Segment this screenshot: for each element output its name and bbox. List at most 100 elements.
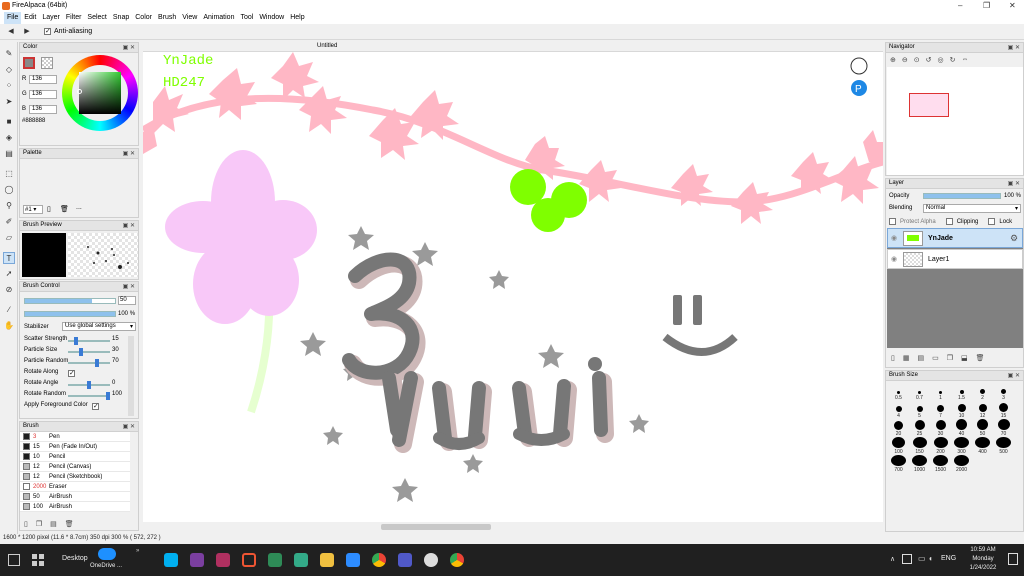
brush-size-option[interactable]: 25 (909, 419, 930, 437)
menu-help[interactable]: Help (287, 12, 307, 24)
tray-chevron-icon[interactable]: ∧ (890, 555, 895, 563)
move-tool-icon[interactable]: ➤ (3, 96, 15, 108)
brush-param-checkbox[interactable] (68, 369, 75, 377)
new-brush-icon[interactable]: ▯ (24, 520, 28, 528)
secondary-color-swatch[interactable] (41, 57, 53, 69)
notification-icon[interactable] (1008, 553, 1018, 565)
brush-size-option[interactable]: 5 (909, 401, 930, 419)
brush-size-option[interactable]: 200 (930, 437, 951, 455)
new-1bit-layer-icon[interactable]: ▤ (917, 354, 924, 362)
canvas-artwork[interactable]: YnJade HD247 P (143, 52, 883, 522)
app-icon-teal[interactable] (294, 553, 308, 567)
menu-window[interactable]: Window (256, 12, 287, 24)
new-8bit-layer-icon[interactable]: ▦ (903, 354, 910, 362)
menu-file[interactable]: File (4, 12, 22, 24)
brush-size-option[interactable]: 30 (930, 419, 951, 437)
brush-param-checkbox[interactable] (92, 402, 99, 410)
select-pen-tool-icon[interactable]: ✐ (3, 216, 15, 228)
brush-list-item[interactable]: 100 AirBrush (20, 502, 130, 512)
delete-palette-icon[interactable]: 🗑 (60, 205, 69, 213)
fill-rect-tool-icon[interactable]: ■ (3, 116, 15, 128)
g-input[interactable]: 136 (29, 90, 57, 99)
stabilizer-select[interactable]: Use global settings ▾ (62, 322, 136, 331)
tray-app-icon[interactable] (902, 554, 912, 564)
brush-list-item[interactable]: 12 Pencil (Sketchbook) (20, 472, 130, 482)
brush-size-option[interactable]: 300 (951, 437, 972, 455)
new-layer-icon[interactable]: ▯ (891, 354, 895, 362)
brush-size-option[interactable]: 15 (993, 401, 1014, 419)
panel-menu-icon[interactable]: ▣ ✕ (1008, 180, 1020, 187)
brush-list-item[interactable]: 15 Pen (Fade In/Out) (20, 442, 130, 452)
b-input[interactable]: 136 (29, 105, 57, 114)
eraser-tool-icon[interactable]: ◇ (3, 64, 15, 76)
app-icon-magenta[interactable] (216, 553, 230, 567)
brush-param-slider-thumb[interactable] (79, 348, 84, 356)
file-explorer-icon[interactable] (320, 553, 334, 567)
prev-frame-icon[interactable]: ◀ (6, 27, 16, 37)
clock-time[interactable]: 10:59 AM (964, 547, 1002, 553)
next-frame-icon[interactable]: ▶ (22, 27, 32, 37)
brush-list-item[interactable]: 50 AirBrush (20, 492, 130, 502)
brush-param-slider-thumb[interactable] (106, 392, 110, 400)
avatar-icon[interactable] (850, 57, 868, 75)
language-indicator[interactable]: ENG (941, 555, 956, 562)
chevron-icon[interactable]: » (136, 548, 139, 554)
brush-size-option[interactable]: 12 (972, 401, 993, 419)
brush-size-option[interactable]: 0.5 (888, 383, 909, 401)
new-folder-icon[interactable]: ▭ (932, 354, 939, 362)
layer-row-ynjade[interactable]: ◉ YnJade ⚙ (887, 228, 1023, 248)
layer-opacity-slider[interactable] (923, 193, 1001, 199)
chrome-icon[interactable] (372, 553, 386, 567)
panel-menu-icon[interactable]: ▣ ✕ (123, 423, 135, 430)
clipping-checkbox[interactable] (945, 218, 953, 225)
brush-opacity-slider[interactable] (24, 311, 116, 317)
anti-aliasing-checkbox[interactable] (44, 27, 51, 35)
brush-list-item[interactable]: 2000 Eraser (20, 482, 130, 492)
gradient-tool-icon[interactable]: ▤ (3, 148, 15, 160)
flip-icon[interactable]: ⇔ (961, 56, 968, 64)
tray-volume-icon[interactable]: ◖ (928, 554, 933, 563)
navigator-preview[interactable] (887, 67, 1023, 175)
brush-param-slider[interactable] (68, 392, 110, 400)
brush-size-option[interactable]: 100 (888, 437, 909, 455)
skype-icon[interactable] (164, 553, 178, 567)
navigator-viewport[interactable] (909, 93, 949, 117)
zoom-icon[interactable] (346, 553, 360, 567)
brush-param-slider-thumb[interactable] (73, 337, 78, 345)
brush-param-slider[interactable] (68, 359, 110, 367)
brush-size-option[interactable]: 4 (888, 401, 909, 419)
menu-animation[interactable]: Animation (200, 12, 237, 24)
hue-wheel[interactable] (62, 55, 138, 131)
duplicate-layer-icon[interactable]: ❐ (947, 354, 953, 362)
pen-tool-icon[interactable]: ✎ (3, 48, 15, 60)
rotate-left-icon[interactable]: ↺ (926, 56, 932, 64)
layer-settings-icon[interactable]: ⚙ (1010, 233, 1018, 244)
palette-select[interactable]: #1 ▾ (23, 205, 43, 214)
menu-edit[interactable]: Edit (21, 12, 39, 24)
panel-menu-icon[interactable]: ▣ ✕ (123, 283, 135, 290)
menu-filter[interactable]: Filter (63, 12, 85, 24)
app-icon-green[interactable] (268, 553, 282, 567)
panel-menu-icon[interactable]: ▣ ✕ (123, 222, 135, 229)
desktop-label[interactable]: Desktop (62, 555, 88, 562)
onedrive-icon[interactable] (98, 548, 116, 560)
chrome-profile-icon[interactable] (450, 553, 464, 567)
duplicate-brush-icon[interactable]: ❐ (36, 520, 42, 528)
brush-size-option[interactable]: 70 (993, 419, 1014, 437)
brush-size-option[interactable]: 400 (972, 437, 993, 455)
rotate-right-icon[interactable]: ↻ (950, 56, 956, 64)
visibility-icon[interactable]: ◉ (891, 234, 897, 242)
document-tab[interactable]: Untitled (317, 43, 337, 49)
new-palette-icon[interactable]: ▯ (47, 205, 51, 213)
brush-size-option[interactable]: 1500 (930, 455, 951, 473)
select-eraser-tool-icon[interactable]: ▱ (3, 232, 15, 244)
brush-size-option[interactable]: 7 (930, 401, 951, 419)
zoom-in-icon[interactable]: ⊕ (890, 56, 896, 64)
anti-aliasing-toggle[interactable]: Anti-aliasing (44, 27, 92, 35)
rotate-reset-icon[interactable]: ◎ (938, 56, 944, 64)
scroll-thumb[interactable] (381, 524, 491, 530)
app-icon-purple[interactable] (190, 553, 204, 567)
brush-list-item[interactable]: 3 Pen (20, 432, 130, 442)
brush-size-option[interactable]: 40 (951, 419, 972, 437)
brush-param-slider-thumb[interactable] (87, 381, 91, 389)
